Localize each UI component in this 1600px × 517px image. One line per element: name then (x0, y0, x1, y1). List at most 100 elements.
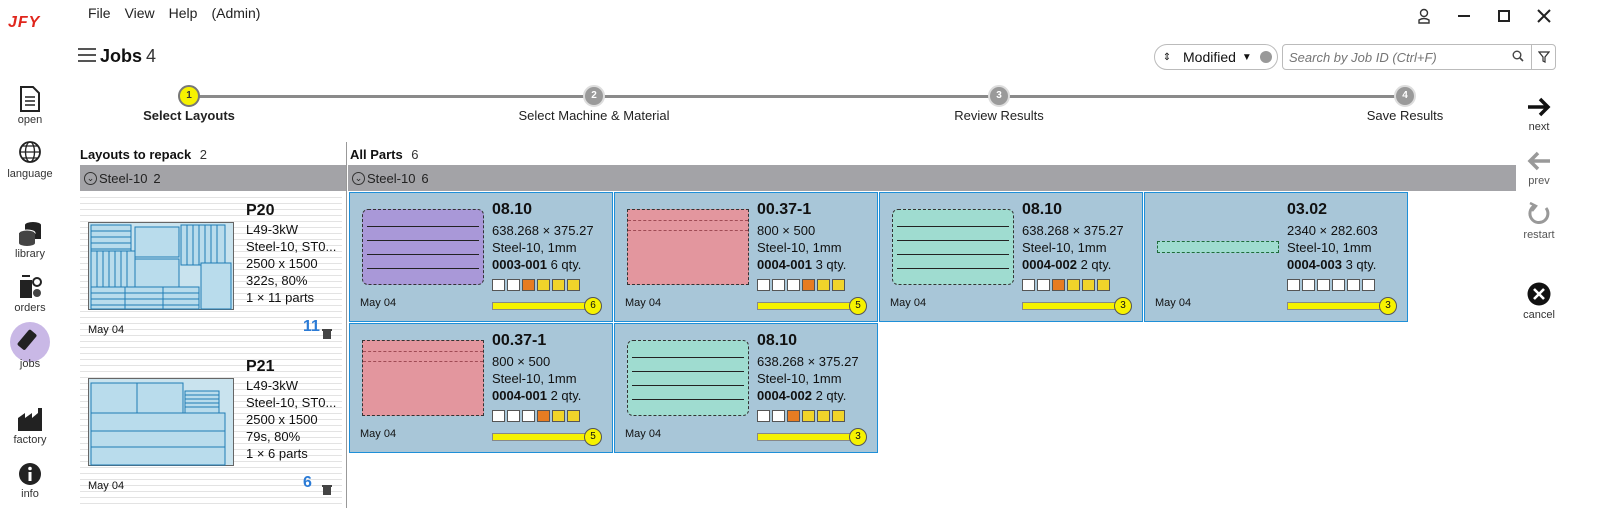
operation-icon (772, 279, 785, 291)
operation-icon (1067, 279, 1080, 291)
layout-time-util: 322s, 80% (246, 273, 308, 288)
menu-admin[interactable]: (Admin) (211, 5, 260, 21)
menu-view[interactable]: View (125, 5, 155, 21)
operation-icon (492, 279, 505, 291)
menu-file[interactable]: File (88, 5, 111, 21)
collapse-icon[interactable]: ⌄ (84, 171, 97, 185)
rail-factory[interactable]: factory (0, 406, 60, 446)
operation-icon (1332, 279, 1345, 291)
prev-label: prev (1528, 175, 1550, 187)
sort-dropdown[interactable]: ⇕ Modified ▼ (1154, 44, 1278, 70)
part-badge: 6 (584, 297, 602, 315)
rail-label: open (17, 114, 43, 126)
step-3-dot[interactable]: 3 (988, 85, 1010, 107)
jobs-icon (17, 329, 37, 350)
part-card[interactable]: 00.37-1 800 × 500 Steel-10, 1mm 0004-001 3 … (614, 192, 878, 322)
document-icon (20, 86, 40, 112)
rail-orders[interactable]: orders (0, 274, 60, 314)
step-progress-line (188, 95, 1406, 98)
step-1-dot[interactable]: 1 (178, 85, 200, 107)
part-date: May 04 (625, 428, 662, 440)
part-material: Steel-10, 1mm (757, 240, 842, 255)
part-order: 0003-001 6 qty. (492, 257, 581, 272)
operations-row (492, 410, 580, 422)
part-dimensions: 800 × 500 (757, 223, 816, 238)
part-thumbnail (362, 340, 484, 416)
rail-open[interactable]: open (0, 86, 60, 126)
step-4-dot[interactable]: 4 (1394, 85, 1416, 107)
part-name: 08.10 (1022, 201, 1063, 218)
clear-sort-icon[interactable] (1259, 51, 1272, 63)
operations-row (757, 410, 845, 422)
operation-icon (757, 410, 770, 422)
globe-icon (19, 141, 41, 163)
rail-language[interactable]: language (0, 140, 60, 180)
layout-card[interactable]: P21 L49-3kW Steel-10, ST0... 2500 x 1500… (80, 348, 342, 504)
operation-icon (537, 279, 550, 291)
part-badge: 3 (849, 428, 867, 446)
search-icon[interactable] (1505, 50, 1531, 65)
part-card[interactable]: 08.10 638.268 × 375.27 Steel-10, 1mm 0004-0… (614, 323, 878, 453)
filter-icon[interactable] (1531, 45, 1555, 69)
restart-button[interactable]: restart (1514, 201, 1564, 241)
operation-icon (817, 410, 830, 422)
layout-material: Steel-10, ST0... (246, 239, 337, 254)
cancel-label: cancel (1523, 309, 1555, 321)
rail-label: library (15, 248, 45, 260)
part-material: Steel-10, 1mm (492, 240, 577, 255)
layout-count: 6 (303, 474, 312, 491)
operation-icon (1097, 279, 1110, 291)
part-card[interactable]: 03.02 2340 × 282.603 Steel-10, 1mm 0004-003… (1144, 192, 1408, 322)
step-2-dot[interactable]: 2 (583, 85, 605, 107)
rail-library[interactable]: library (0, 220, 60, 260)
close-icon[interactable] (1524, 4, 1564, 28)
hamburger-icon[interactable] (78, 48, 96, 64)
part-order-id: 0004-002 (1022, 257, 1077, 272)
page-title: Jobs (100, 46, 143, 66)
part-card[interactable]: 08.10 638.268 × 375.27 Steel-10, 1mm 0003-0… (349, 192, 613, 322)
part-name: 00.37-1 (757, 201, 812, 218)
part-progress-bar (1287, 302, 1387, 310)
operation-icon (832, 279, 845, 291)
sort-direction-icon[interactable]: ⇕ (1155, 52, 1179, 63)
cancel-button[interactable]: cancel (1514, 282, 1564, 321)
parts-group-bar[interactable]: ⌄ Steel-10 6 (348, 165, 1516, 191)
maximize-icon[interactable] (1484, 4, 1524, 28)
menu-bar: File View Help (Admin) (88, 5, 260, 21)
trash-icon[interactable] (322, 482, 332, 495)
operation-icon (522, 410, 535, 422)
part-material: Steel-10, 1mm (1287, 240, 1372, 255)
trash-icon[interactable] (322, 326, 332, 339)
user-icon[interactable] (1404, 4, 1444, 28)
part-date: May 04 (890, 297, 927, 309)
part-progress-bar (492, 302, 592, 310)
operation-icon (757, 279, 770, 291)
step-1-label: Select Layouts (143, 108, 235, 123)
collapse-icon[interactable]: ⌄ (352, 171, 365, 185)
rail-info[interactable]: info (0, 462, 60, 500)
part-card[interactable]: 08.10 638.268 × 375.27 Steel-10, 1mm 0004-0… (879, 192, 1143, 322)
search-input[interactable] (1289, 49, 1505, 65)
menu-help[interactable]: Help (169, 5, 198, 21)
layout-parts: 1 × 11 parts (246, 290, 315, 305)
layout-card[interactable]: P20 L49-3kW Steel-10, ST0... 2500 x 1500… (80, 192, 342, 348)
part-badge: 5 (584, 428, 602, 446)
rail-jobs[interactable]: jobs (0, 322, 60, 370)
layout-date: May 04 (88, 480, 125, 492)
step-3-label: Review Results (954, 108, 1044, 123)
next-button[interactable]: next (1514, 96, 1564, 133)
layouts-group-bar[interactable]: ⌄ Steel-10 2 (80, 165, 346, 191)
minimize-icon[interactable] (1444, 4, 1484, 28)
operation-icon (1287, 279, 1300, 291)
window-controls (1404, 4, 1564, 28)
part-dimensions: 800 × 500 (492, 354, 551, 369)
operation-icon (522, 279, 535, 291)
prev-button[interactable]: prev (1514, 150, 1564, 187)
operation-icon (552, 279, 565, 291)
operation-icon (832, 410, 845, 422)
cancel-icon (1527, 282, 1551, 306)
operation-icon (552, 410, 565, 422)
part-card[interactable]: 00.37-1 800 × 500 Steel-10, 1mm 0004-001 2 … (349, 323, 613, 453)
layout-parts: 1 × 6 parts (246, 446, 308, 461)
layout-date: May 04 (88, 324, 125, 336)
